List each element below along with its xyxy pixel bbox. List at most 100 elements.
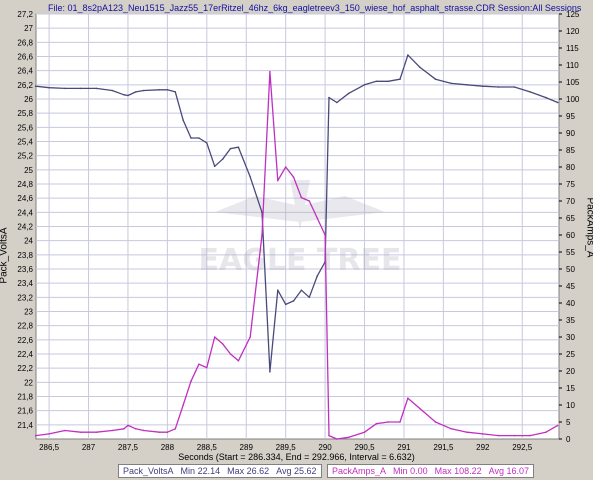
- x-axis-title: Seconds (Start = 286.334, End = 292.966,…: [178, 452, 415, 462]
- data-point: [182, 119, 184, 122]
- legend-volts-min: 22.14: [197, 466, 221, 476]
- legend-volts-max-label: Max: [227, 466, 245, 476]
- data-point: [64, 87, 66, 90]
- data-point: [206, 142, 208, 144]
- y-left-tick-label: 24,6: [17, 194, 33, 203]
- y-left-tick-label: 22,8: [17, 322, 33, 331]
- data-point: [221, 158, 224, 160]
- data-point: [497, 86, 500, 88]
- legend-volts-min-label: Min: [180, 466, 196, 476]
- y-left-tick-label: 27,2: [17, 10, 33, 19]
- legend-volts-avg-label: Avg: [276, 466, 292, 476]
- legend-volts-name: Pack_VoltsA: [123, 466, 174, 476]
- data-point: [213, 336, 216, 338]
- y-right-tick-label: 50: [566, 265, 575, 274]
- data-point: [324, 234, 326, 236]
- y-right-tick-label: 85: [566, 146, 575, 155]
- data-point: [328, 96, 330, 99]
- data-point: [213, 165, 216, 168]
- y-left-tick-label: 26,2: [17, 81, 33, 90]
- y-left-tick-label: 22,4: [17, 350, 33, 359]
- data-point: [34, 85, 37, 87]
- legend-amps-avg: 16.07: [506, 466, 530, 476]
- data-point: [387, 80, 390, 83]
- data-point: [182, 404, 184, 406]
- data-point: [48, 433, 50, 435]
- data-point: [127, 94, 129, 97]
- y-axis-left-title: Pack_VoltsA: [0, 227, 10, 284]
- y-left-tick-label: 24: [24, 237, 33, 246]
- data-point: [328, 434, 330, 437]
- data-point: [277, 179, 279, 182]
- data-point: [348, 436, 350, 439]
- legend-amps-max-label: Max: [434, 466, 452, 476]
- y-left-tick-label: 24,4: [17, 208, 33, 217]
- data-point: [529, 91, 531, 93]
- legend-amps-min-label: Min: [393, 466, 408, 476]
- right-axis-ticks: 1251201151101051009590858075706560555045…: [559, 10, 580, 444]
- legend-amps-max: 108.22: [454, 466, 482, 476]
- data-point: [261, 234, 263, 236]
- y-right-tick-label: 70: [566, 197, 575, 206]
- y-right-tick-label: 90: [566, 129, 575, 138]
- y-left-tick-label: 25,6: [17, 123, 33, 132]
- data-point: [237, 360, 240, 362]
- data-point: [111, 429, 113, 432]
- data-point: [229, 147, 232, 150]
- data-point: [237, 146, 240, 148]
- y-right-tick-label: 35: [566, 316, 575, 325]
- legend-amps: PackAmps_A Min 0.00 Max 108.22 Avg 16.07: [327, 464, 535, 478]
- data-point: [308, 296, 311, 299]
- data-point: [284, 166, 287, 168]
- data-point: [123, 94, 125, 96]
- y-right-tick-label: 105: [566, 78, 580, 87]
- data-point: [142, 89, 145, 92]
- y-right-tick-label: 5: [566, 418, 571, 427]
- left-axis-ticks: 27,2 27 26,8 26,6 26,4 26,2 26 25,8 25,6 25,4 25,2…: [17, 10, 33, 430]
- y-right-tick-label: 115: [566, 44, 579, 53]
- data-point: [249, 176, 251, 178]
- y-right-tick-label: 10: [566, 401, 575, 410]
- x-tick-label: 292: [476, 443, 490, 452]
- y-left-tick-label: 24,2: [17, 223, 33, 232]
- data-point: [174, 428, 177, 430]
- data-point: [363, 431, 366, 434]
- data-point: [123, 428, 125, 430]
- legend-volts-max: 26.62: [246, 466, 270, 476]
- x-tick-label: 287,5: [118, 443, 139, 452]
- y-left-tick-label: 22,6: [17, 336, 33, 345]
- data-point: [292, 176, 295, 178]
- x-tick-label: 291: [397, 443, 411, 452]
- y-right-tick-label: 60: [566, 231, 575, 240]
- data-point: [95, 87, 98, 90]
- x-tick-label: 289,5: [276, 443, 297, 452]
- y-left-tick-label: 22,2: [17, 364, 33, 373]
- y-left-tick-label: 21,4: [17, 421, 33, 430]
- legend-amps-min: 0.00: [410, 466, 428, 476]
- data-point: [221, 343, 224, 345]
- data-point: [450, 428, 453, 430]
- data-point: [111, 89, 113, 92]
- y-right-tick-label: 30: [566, 333, 575, 342]
- legend-volts-avg: 25.62: [294, 466, 317, 476]
- y-right-tick-label: 65: [566, 214, 575, 223]
- x-tick-label: 290,5: [355, 443, 376, 452]
- y-left-tick-label: 25,4: [17, 138, 33, 147]
- chart-title: File: 01_8s2pA123_Neu1515_Jazz55_17erRit…: [48, 3, 582, 13]
- data-point: [308, 200, 311, 202]
- y-right-tick-label: 40: [566, 299, 575, 308]
- y-right-tick-label: 20: [566, 367, 575, 376]
- y-right-tick-label: 120: [566, 27, 580, 36]
- y-right-tick-label: 55: [566, 248, 575, 257]
- y-left-tick-label: 25,2: [17, 152, 33, 161]
- data-point: [64, 429, 66, 432]
- y-right-tick-label: 15: [566, 384, 575, 393]
- data-point: [513, 434, 516, 437]
- y-left-tick-label: 23,8: [17, 251, 33, 260]
- x-tick-label: 288,5: [197, 443, 218, 452]
- data-point: [336, 101, 338, 104]
- data-point: [556, 424, 559, 427]
- data-point: [269, 71, 271, 73]
- data-point: [79, 431, 82, 434]
- data-point: [363, 84, 366, 86]
